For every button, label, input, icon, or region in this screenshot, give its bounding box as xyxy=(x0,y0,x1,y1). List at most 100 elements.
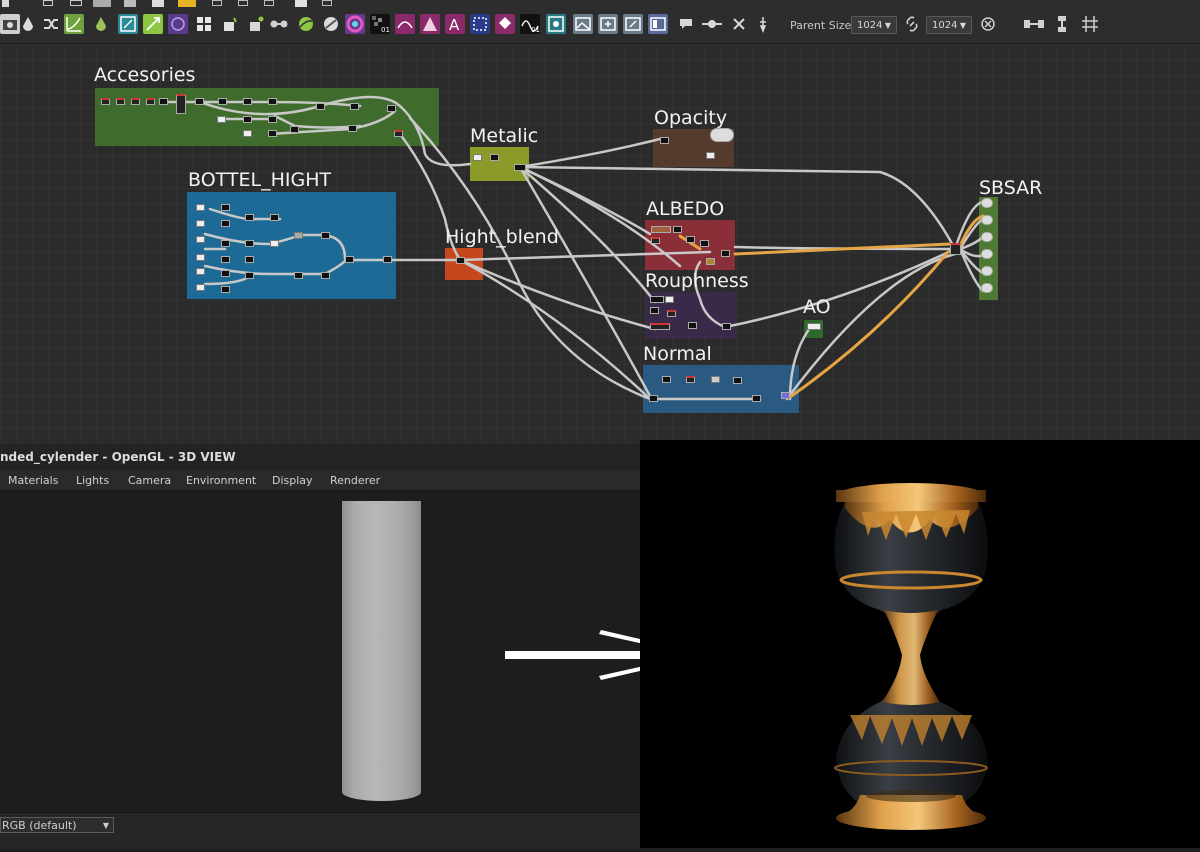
frame-icon[interactable] xyxy=(648,14,668,34)
node-graph-canvas[interactable]: Accesories BOTTEL_HIGHT Metalic Hight_bl… xyxy=(0,44,1200,444)
image-edit-icon[interactable] xyxy=(623,14,643,34)
pen-tool-icon[interactable] xyxy=(753,14,773,34)
graph-node[interactable] xyxy=(650,296,664,303)
graph-node[interactable] xyxy=(116,98,125,105)
graph-node[interactable] xyxy=(473,154,482,161)
graph-node[interactable] xyxy=(221,204,230,211)
image-add-icon[interactable] xyxy=(598,14,618,34)
graph-node[interactable] xyxy=(387,105,396,112)
graph-node[interactable] xyxy=(706,258,715,265)
menu-display[interactable]: Display xyxy=(272,474,313,487)
graph-node[interactable] xyxy=(176,94,186,114)
graph-node[interactable] xyxy=(345,256,354,263)
graph-node[interactable] xyxy=(221,240,230,247)
graph-node[interactable] xyxy=(456,257,465,264)
graph-node[interactable] xyxy=(752,395,761,402)
graph-node[interactable] xyxy=(514,164,526,171)
graph-node[interactable] xyxy=(221,286,230,293)
graph-node[interactable] xyxy=(686,376,695,383)
menu-camera[interactable]: Camera xyxy=(128,474,171,487)
bucket-icon[interactable] xyxy=(220,14,240,34)
transform-icon[interactable] xyxy=(118,14,138,34)
frame-title-hight-blend[interactable]: Hight_blend xyxy=(445,226,559,248)
graph-node[interactable] xyxy=(268,116,277,123)
bucket-select-icon[interactable] xyxy=(495,14,515,34)
graph-node[interactable] xyxy=(490,154,499,161)
color-mode-select[interactable]: RGB (default) ▼ xyxy=(0,817,114,833)
graph-node[interactable] xyxy=(159,98,168,105)
image-icon[interactable] xyxy=(573,14,593,34)
graph-node[interactable] xyxy=(981,215,993,225)
graph-node[interactable] xyxy=(146,98,155,105)
droplet-icon[interactable] xyxy=(18,14,38,34)
align-v-icon[interactable] xyxy=(1052,14,1072,34)
graph-node[interactable] xyxy=(243,98,252,105)
graph-node[interactable] xyxy=(196,204,205,211)
graph-node[interactable] xyxy=(294,232,303,239)
graph-node[interactable] xyxy=(688,322,697,329)
curve-icon[interactable] xyxy=(64,14,84,34)
ellipse-icon[interactable] xyxy=(168,14,188,34)
graph-node[interactable] xyxy=(950,243,961,255)
graph-node[interactable] xyxy=(268,130,277,137)
graph-node[interactable] xyxy=(394,130,403,137)
graph-node[interactable] xyxy=(321,272,330,279)
graph-node[interactable] xyxy=(733,377,742,384)
graph-node[interactable] xyxy=(721,250,730,257)
pin-icon[interactable] xyxy=(700,14,724,34)
graph-node[interactable] xyxy=(321,232,330,239)
graph-node[interactable] xyxy=(981,232,993,242)
graph-node[interactable] xyxy=(981,198,993,208)
text-icon[interactable]: A xyxy=(445,14,465,34)
graph-node[interactable] xyxy=(221,220,230,227)
graph-node[interactable] xyxy=(981,249,993,259)
graph-node[interactable] xyxy=(981,266,993,276)
frame-title-rouphness[interactable]: Rouphness xyxy=(645,270,749,292)
graph-node[interactable] xyxy=(649,395,658,402)
noise-01-icon[interactable]: 01 xyxy=(370,14,390,34)
align-h-icon[interactable] xyxy=(1022,14,1046,34)
pattern-01-icon[interactable]: 01 xyxy=(520,14,540,34)
link-icon[interactable] xyxy=(902,14,922,34)
menu-environment[interactable]: Environment xyxy=(186,474,256,487)
grid-icon[interactable] xyxy=(194,14,214,34)
graph-node[interactable] xyxy=(660,137,669,144)
graph-node[interactable] xyxy=(700,240,709,247)
graph-node[interactable] xyxy=(316,103,325,110)
frame-title-accesories[interactable]: Accesories xyxy=(94,64,195,86)
graph-node[interactable] xyxy=(348,125,357,132)
comment-icon[interactable] xyxy=(676,14,696,34)
align-grid-icon[interactable] xyxy=(1080,14,1100,34)
graph-node[interactable] xyxy=(245,272,254,279)
graph-node[interactable] xyxy=(243,116,252,123)
graph-node[interactable] xyxy=(706,152,715,159)
graph-node[interactable] xyxy=(270,240,279,247)
graph-node[interactable] xyxy=(350,103,359,110)
sphere-icon[interactable] xyxy=(321,14,341,34)
menu-renderer[interactable]: Renderer xyxy=(330,474,380,487)
graph-node[interactable] xyxy=(711,376,720,383)
graph-node[interactable] xyxy=(196,236,205,243)
frame-title-albedo[interactable]: ALBEDO xyxy=(646,198,724,220)
sphere-icon[interactable] xyxy=(296,14,316,34)
curve-node-icon[interactable] xyxy=(395,14,415,34)
menu-materials[interactable]: Materials xyxy=(8,474,58,487)
graph-node[interactable] xyxy=(383,256,392,263)
reset-icon[interactable] xyxy=(978,14,998,34)
parent-size-height-select[interactable]: 1024 ▼ xyxy=(926,16,972,34)
frame-title-ao[interactable]: AO xyxy=(803,296,831,318)
paint-icon[interactable] xyxy=(246,14,266,34)
graph-node[interactable] xyxy=(722,323,731,330)
graph-node[interactable] xyxy=(245,256,254,263)
graph-node[interactable] xyxy=(710,128,734,142)
graph-node[interactable] xyxy=(650,307,659,314)
graph-node[interactable] xyxy=(270,214,279,221)
graph-node[interactable] xyxy=(195,98,204,105)
graph-node[interactable] xyxy=(245,214,254,221)
graph-node[interactable] xyxy=(665,296,674,303)
graph-node[interactable] xyxy=(294,272,303,279)
graph-node[interactable] xyxy=(217,116,226,123)
graph-node[interactable] xyxy=(981,283,993,293)
graph-node[interactable] xyxy=(651,226,671,233)
graph-node[interactable] xyxy=(807,323,821,330)
